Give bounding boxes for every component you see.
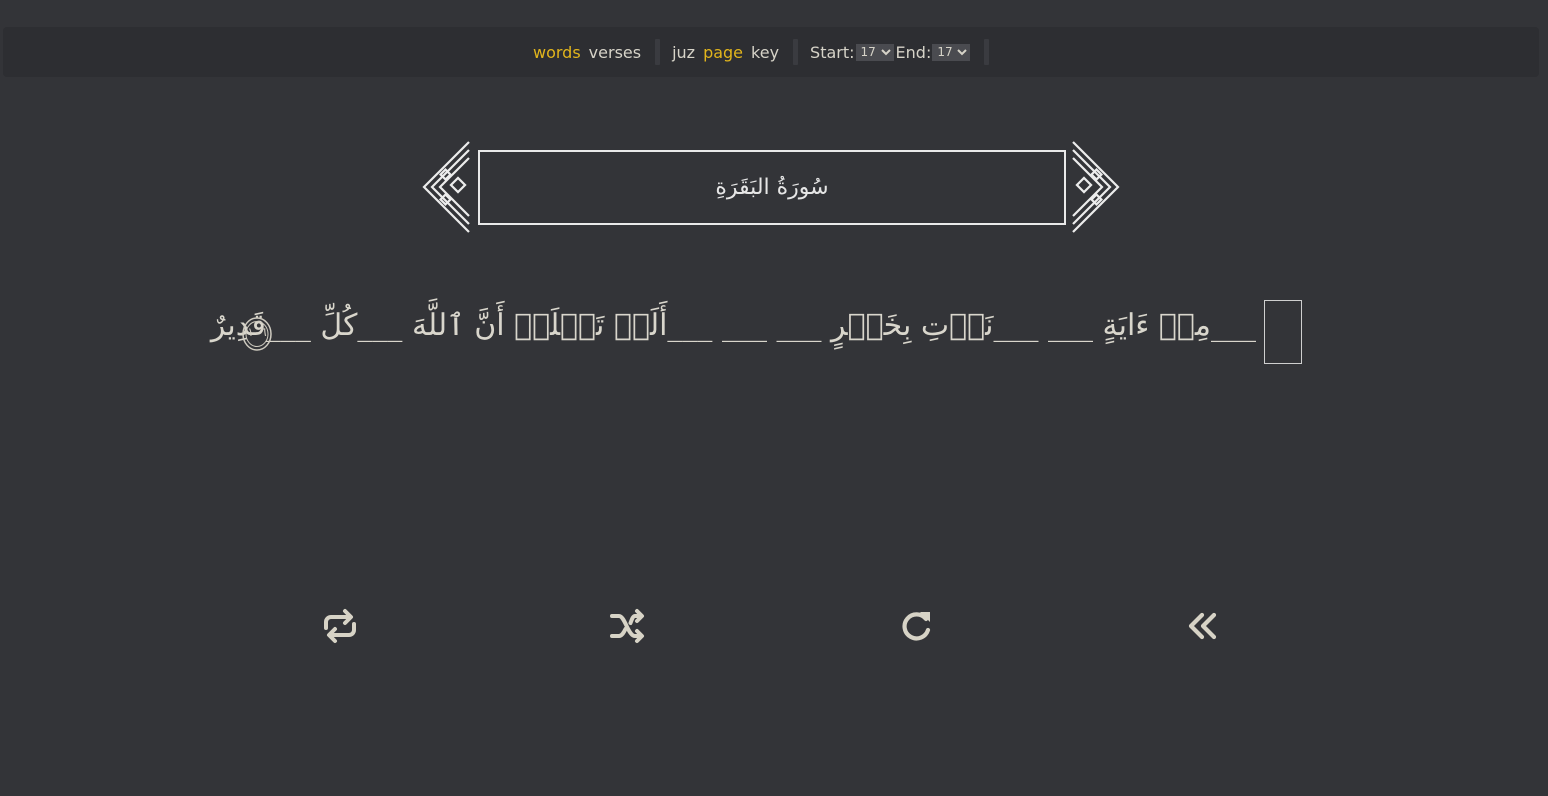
surah-name: سُورَةُ البَقَرَةِ — [715, 175, 829, 200]
nav-juz-link[interactable]: juz — [672, 43, 695, 62]
answer-input[interactable] — [1264, 300, 1302, 364]
redo-icon — [902, 612, 931, 641]
redo-button[interactable] — [896, 606, 936, 646]
nav-key-link[interactable]: key — [751, 43, 779, 62]
controls-bar — [0, 606, 1548, 650]
repeat-button[interactable] — [320, 606, 360, 646]
toolbar: words verses juz page key Start: 17 End:… — [3, 27, 1539, 77]
mode-words-link[interactable]: words — [533, 43, 581, 62]
mode-verses-link[interactable]: verses — [589, 43, 641, 62]
verse-number: ١٠٦ — [247, 325, 267, 339]
left-ornament-icon — [422, 141, 470, 233]
divider — [984, 39, 990, 65]
divider — [793, 39, 799, 65]
verse-number-marker: ١٠٦ — [241, 316, 273, 352]
end-label: End: — [895, 42, 932, 62]
nav-page-link[interactable]: page — [703, 43, 743, 62]
right-ornament-icon — [1072, 141, 1120, 233]
toolbar-controls: words verses juz page key Start: 17 End:… — [533, 27, 1001, 77]
shuffle-icon — [610, 609, 644, 643]
shuffle-button[interactable] — [608, 606, 648, 646]
start-label: Start: — [810, 42, 855, 62]
verse-text: ___مِنۡ ءَايَةٍ ___ ___نَأۡتِ بِخَيۡرٍ _… — [210, 308, 1256, 343]
surah-header: سُورَةُ البَقَرَةِ — [420, 140, 1122, 234]
back-button[interactable] — [1183, 606, 1223, 646]
repeat-icon — [324, 609, 356, 643]
double-chevron-left-icon — [1188, 612, 1217, 640]
start-select[interactable]: 17 — [855, 43, 894, 61]
verse-row: ___مِنۡ ءَايَةٍ ___ ___نَأۡتِ بِخَيۡرٍ _… — [211, 298, 1304, 368]
divider — [655, 39, 661, 65]
end-select[interactable]: 17 — [932, 43, 971, 61]
surah-name-frame: سُورَةُ البَقَرَةِ — [478, 150, 1066, 225]
